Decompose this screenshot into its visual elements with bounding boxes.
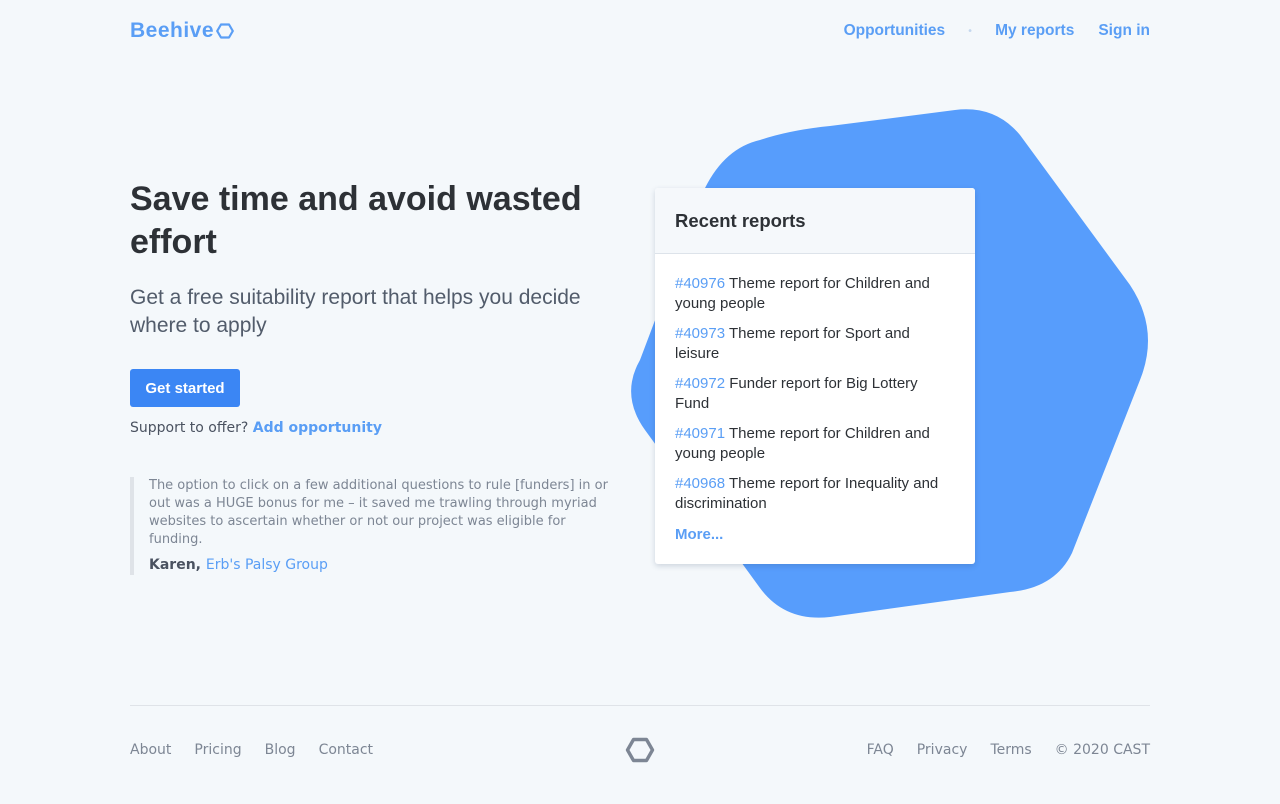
- site-footer: About Pricing Blog Contact FAQ Privacy T…: [130, 728, 1150, 772]
- report-item[interactable]: #40968 Theme report for Inequality and d…: [675, 474, 955, 514]
- report-id-link[interactable]: #40973: [675, 325, 725, 342]
- footer-link-privacy[interactable]: Privacy: [917, 742, 968, 758]
- footer-link-about[interactable]: About: [130, 742, 171, 758]
- recent-reports-card: Recent reports #40976 Theme report for C…: [655, 188, 975, 564]
- report-item[interactable]: #40972 Funder report for Big Lottery Fun…: [675, 374, 955, 414]
- report-id-link[interactable]: #40971: [675, 425, 725, 442]
- decorative-hexagon-blob: [631, 109, 1148, 618]
- footer-link-blog[interactable]: Blog: [265, 742, 296, 758]
- report-item[interactable]: #40973 Theme report for Sport and leisur…: [675, 324, 955, 364]
- footer-divider: [130, 705, 1150, 706]
- report-id-link[interactable]: #40976: [675, 275, 725, 292]
- footer-link-faq[interactable]: FAQ: [867, 742, 894, 758]
- footer-link-terms[interactable]: Terms: [990, 742, 1031, 758]
- footer-link-contact[interactable]: Contact: [319, 742, 373, 758]
- report-id-link[interactable]: #40972: [675, 375, 725, 392]
- more-reports-link[interactable]: More...: [675, 526, 723, 543]
- card-title: Recent reports: [675, 209, 806, 231]
- report-item[interactable]: #40976 Theme report for Children and you…: [675, 274, 955, 314]
- hexagon-icon: [625, 737, 655, 763]
- copyright: © 2020 CAST: [1054, 742, 1150, 758]
- report-list: #40976 Theme report for Children and you…: [655, 254, 975, 543]
- footer-link-pricing[interactable]: Pricing: [194, 742, 241, 758]
- report-id-link[interactable]: #40968: [675, 475, 725, 492]
- report-item[interactable]: #40971 Theme report for Children and you…: [675, 424, 955, 464]
- card-header: Recent reports: [655, 188, 975, 254]
- footer-left-links: About Pricing Blog Contact: [130, 742, 430, 758]
- footer-right-links: FAQ Privacy Terms © 2020 CAST: [850, 742, 1150, 758]
- footer-logo: [625, 737, 655, 763]
